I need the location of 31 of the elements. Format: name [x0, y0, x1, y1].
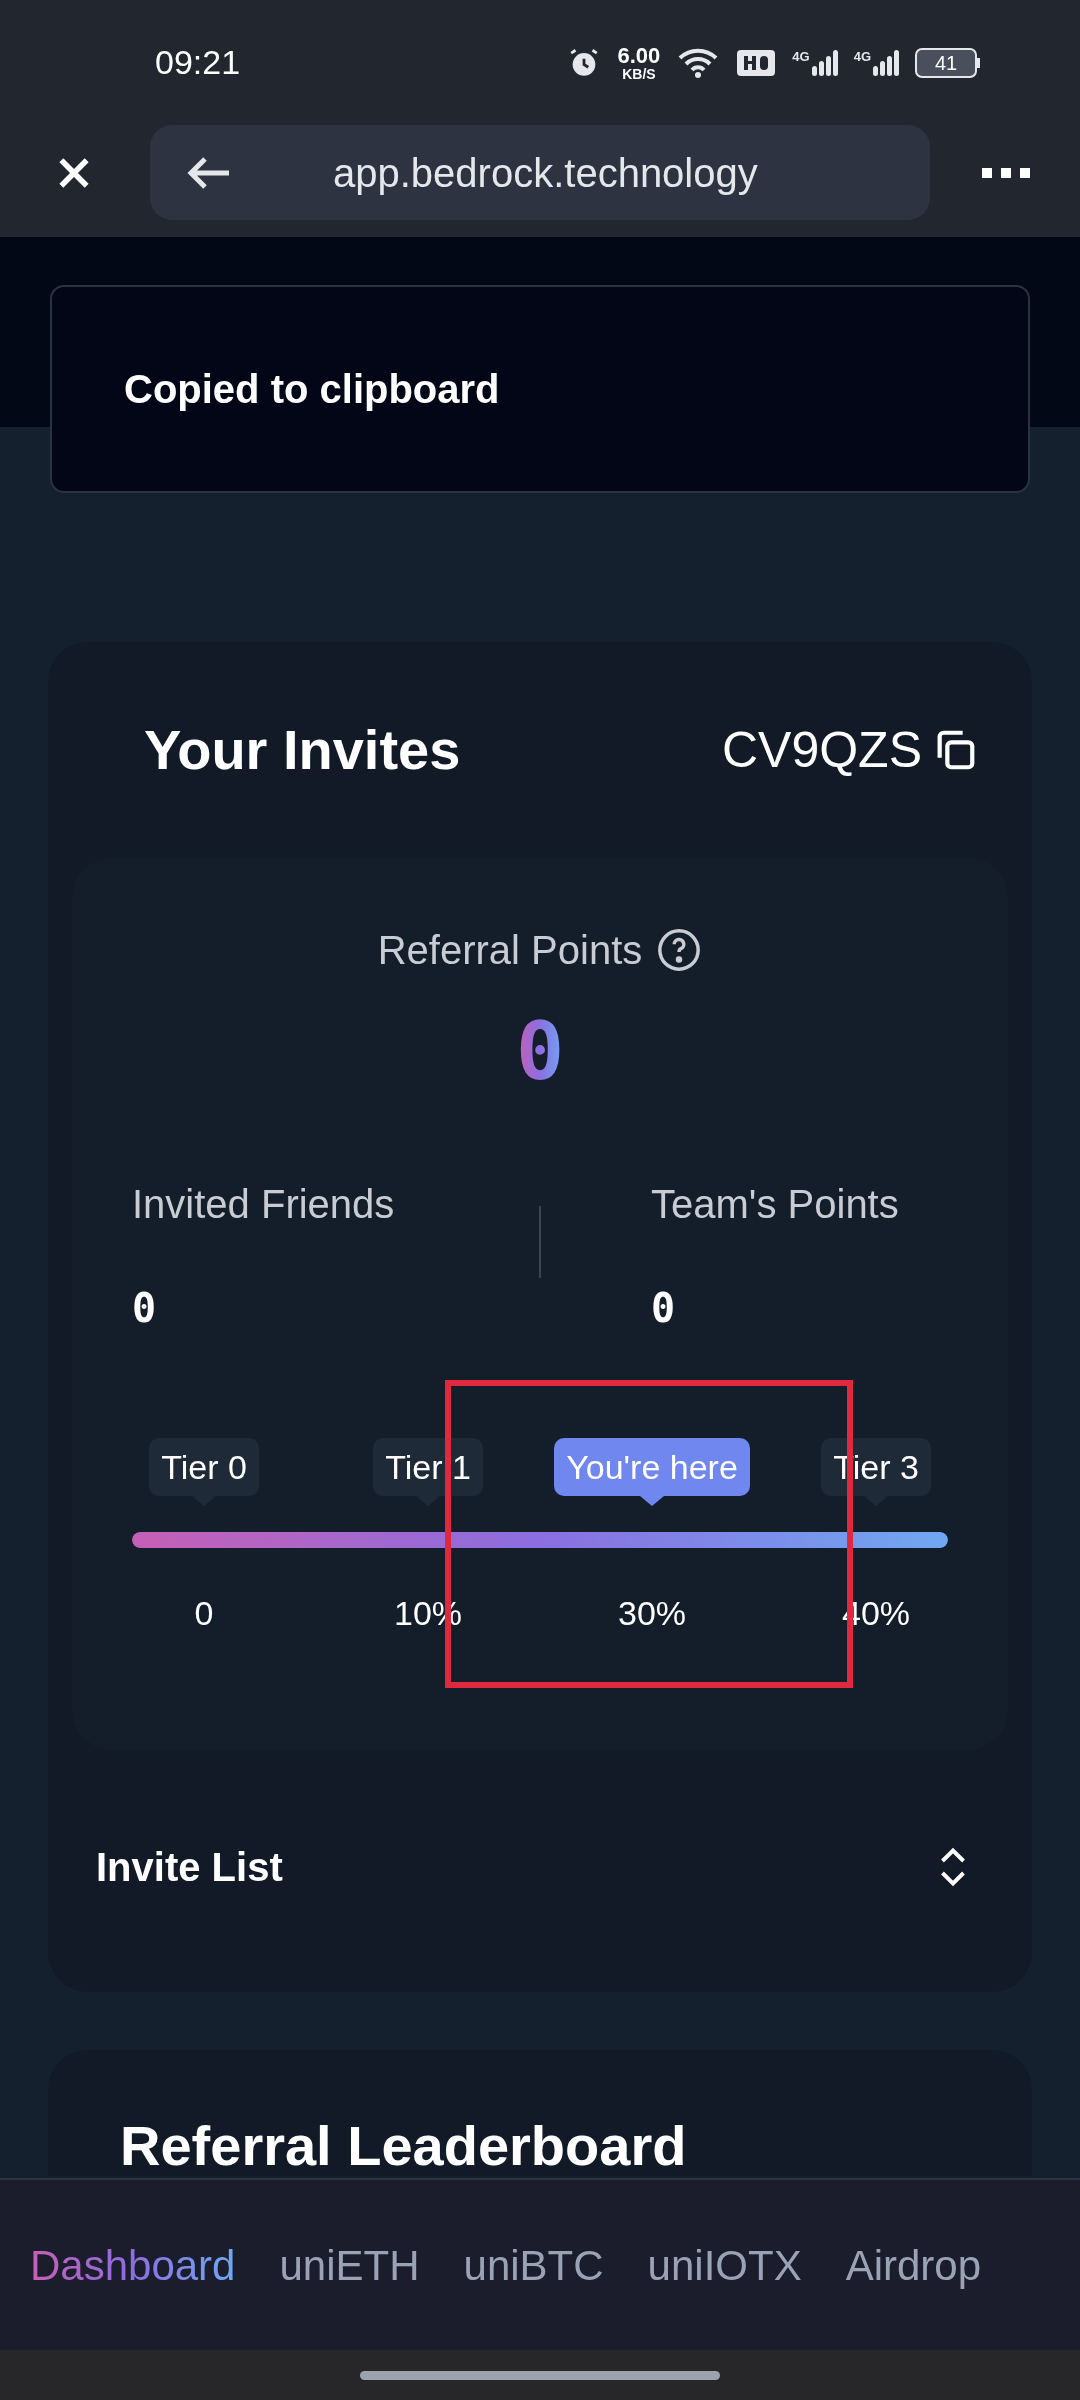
tag-pointer [640, 1496, 664, 1506]
tier-percent: 30% [617, 1593, 687, 1634]
expand-collapse-icon[interactable] [938, 1846, 968, 1888]
nav-tab[interactable]: Airdrop [845, 2233, 982, 2297]
leaderboard-title: Referral Leaderboard [120, 2114, 687, 2176]
nav-tab[interactable]: uniETH [279, 2233, 420, 2297]
stat-value: 0 [132, 1284, 158, 1333]
address-bar[interactable]: app.bedrock.technology [150, 125, 930, 220]
toast-message: Copied to clipboard [124, 366, 500, 413]
more-icon[interactable] [982, 165, 1030, 180]
tier-percent: 0 [194, 1593, 214, 1634]
invite-code: CV9QZS [721, 720, 922, 780]
card-title: Your Invites [144, 717, 461, 783]
stat-label: Invited Friends [132, 1181, 396, 1228]
nav-tab[interactable]: uniBTC [463, 2233, 604, 2297]
gesture-handle[interactable] [360, 2370, 720, 2380]
current-tier-marker: You're here [554, 1438, 750, 1496]
speed-unit: KB/S [622, 66, 656, 81]
page-url: app.bedrock.technology [333, 149, 758, 197]
battery-icon: 41 [915, 47, 980, 78]
invite-list-title: Invite List [96, 1844, 283, 1891]
tier-tag: Tier 0 [149, 1438, 259, 1496]
network-speed: 6.00 [617, 44, 661, 67]
help-icon[interactable] [656, 927, 703, 973]
stat-value: 0 [651, 1284, 677, 1333]
nav-tab[interactable]: uniIOTX [647, 2233, 802, 2297]
stat-label: Team's Points [651, 1181, 900, 1228]
tier-tag: Tier 1 [373, 1438, 483, 1496]
hd-icon [736, 48, 777, 77]
clock-time: 09:21 [155, 42, 241, 83]
points-label: Referral Points [377, 927, 643, 974]
